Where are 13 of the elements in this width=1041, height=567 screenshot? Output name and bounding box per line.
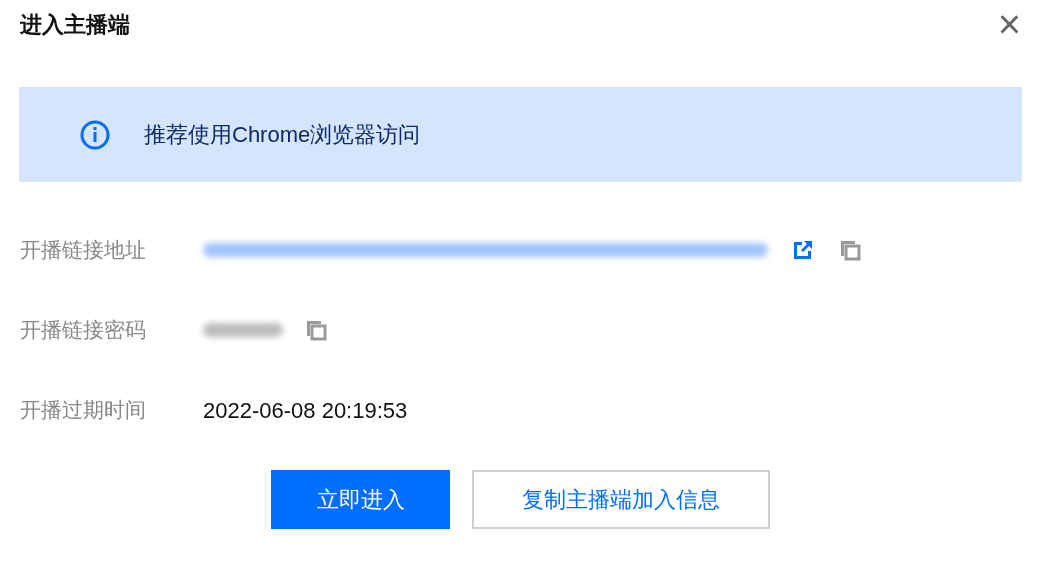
external-link-icon[interactable] [792,239,814,261]
copy-icon[interactable] [839,239,861,261]
info-icon [79,118,111,151]
dialog-title: 进入主播端 [20,10,130,39]
enter-button[interactable]: 立即进入 [271,470,450,529]
copy-info-button[interactable]: 复制主播端加入信息 [472,470,770,529]
field-value: 2022-06-08 20:19:53 [203,396,408,425]
field-label: 开播链接密码 [20,317,147,344]
field-label: 开播链接地址 [20,237,147,264]
close-button[interactable]: × [997,4,1021,44]
copy-icon[interactable] [305,319,327,341]
field-label: 开播过期时间 [20,397,147,424]
notice-text: 推荐使用Chrome浏览器访问 [144,121,421,149]
